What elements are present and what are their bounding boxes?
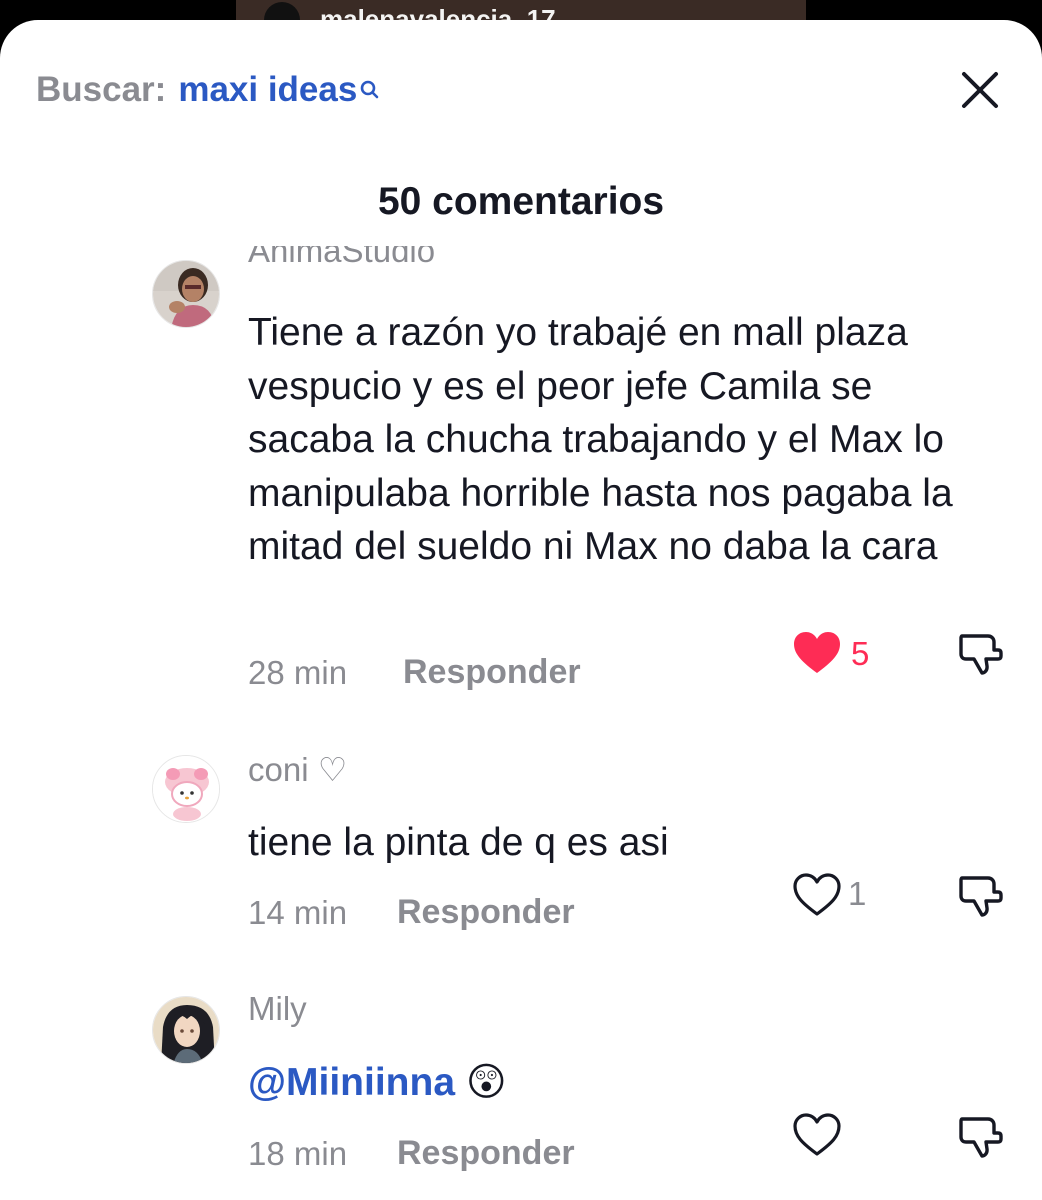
- close-button[interactable]: [958, 68, 1002, 112]
- close-icon: [962, 72, 998, 108]
- avatar[interactable]: [152, 996, 220, 1064]
- heart-icon: [793, 1113, 841, 1156]
- comment-time: 28 min: [248, 654, 348, 691]
- thumbs-down-icon: [959, 1117, 1003, 1158]
- like-count: 5: [851, 635, 870, 672]
- comment-text: tiene la pinta de q es asi: [248, 821, 669, 864]
- search-icon: [359, 70, 381, 110]
- comments-sheet: Buscar: maxi ideas 50 comentarios AnimaS…: [0, 20, 1042, 1200]
- dislike-button[interactable]: [956, 870, 1004, 918]
- comment-username[interactable]: coni ♡: [248, 750, 347, 789]
- reply-button[interactable]: Responder: [403, 653, 581, 692]
- clipped-username: AnimaStudio: [248, 246, 436, 269]
- reply-button[interactable]: Responder: [397, 893, 575, 932]
- comment-text: Tiene a razón yo trabajé en mall plaza v…: [248, 311, 953, 568]
- like-button[interactable]: [792, 630, 842, 676]
- search-query-link[interactable]: maxi ideas: [178, 70, 357, 110]
- heart-icon: [793, 873, 841, 916]
- comment-time: 14 min: [248, 894, 348, 931]
- avatar[interactable]: [152, 260, 220, 328]
- reply-button[interactable]: Responder: [397, 1134, 575, 1173]
- comment-text: @Miiniinna 😲: [248, 1056, 988, 1110]
- dislike-button[interactable]: [956, 628, 1004, 676]
- heart-icon: [794, 632, 840, 673]
- search-label: Buscar:: [36, 70, 167, 109]
- like-button[interactable]: [792, 872, 842, 918]
- comment-username[interactable]: Mily: [248, 990, 307, 1028]
- mention-link[interactable]: @Miiniinna: [248, 1061, 455, 1104]
- search-row[interactable]: Buscar: maxi ideas: [36, 70, 381, 114]
- comments-count-title: 50 comentarios: [377, 180, 665, 223]
- astonished-emoji: 😲: [465, 1061, 507, 1104]
- thumbs-down-icon: [959, 634, 1003, 675]
- like-button[interactable]: [792, 1112, 842, 1158]
- avatar[interactable]: [152, 755, 220, 823]
- like-count: 1: [848, 875, 867, 912]
- dislike-button[interactable]: [956, 1111, 1004, 1159]
- comment-time: 18 min: [248, 1135, 348, 1172]
- thumbs-down-icon: [959, 876, 1003, 917]
